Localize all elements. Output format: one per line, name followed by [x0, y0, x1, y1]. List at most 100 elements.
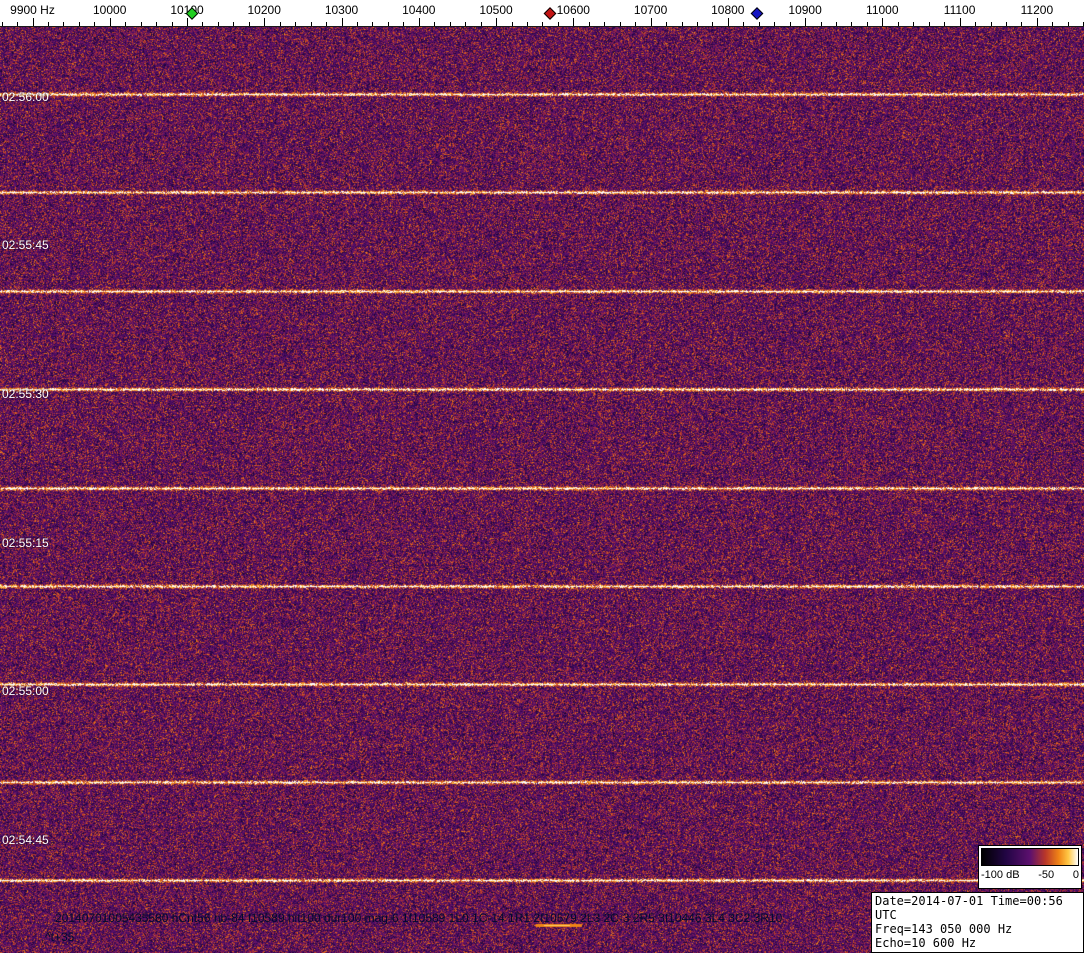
- ruler-major-tick: [187, 18, 188, 26]
- ruler-minor-tick: [465, 22, 467, 26]
- ruler-minor-tick: [94, 22, 96, 26]
- ruler-minor-tick: [1006, 22, 1007, 26]
- ruler-minor-tick: [619, 22, 621, 26]
- ruler-minor-tick: [1052, 22, 1054, 26]
- legend-label-mid: -50: [1038, 869, 1055, 881]
- ruler-minor-tick: [588, 22, 590, 26]
- ruler-major-tick: [882, 18, 884, 26]
- ruler-major-tick: [341, 18, 343, 26]
- ruler-minor-tick: [248, 22, 250, 26]
- ruler-tick-label: 9900 Hz: [10, 3, 55, 17]
- ruler-minor-tick: [171, 22, 173, 26]
- blue-diamond-marker[interactable]: [750, 7, 764, 20]
- ruler-major-tick: [264, 18, 266, 26]
- ruler-tick-label: 10200: [247, 3, 281, 17]
- ruler-tick-label: 10700: [633, 3, 668, 17]
- info-frequency: Freq=143 050 000 Hz: [875, 922, 1013, 936]
- ruler-minor-tick: [63, 22, 65, 26]
- ruler-minor-tick: [712, 22, 714, 26]
- info-date-time: Date=2014-07-01 Time=00:56 UTC: [875, 894, 1063, 922]
- time-label: 02:55:00: [2, 684, 49, 698]
- ruler-minor-tick: [1021, 22, 1023, 26]
- observation-info-box: Date=2014-07-01 Time=00:56 UTC Freq=143 …: [871, 892, 1084, 953]
- legend-label-max: 0: [1072, 869, 1079, 881]
- ruler-major-tick: [32, 18, 34, 26]
- spectrogram-canvas[interactable]: [0, 27, 1084, 953]
- ruler-major-tick: [109, 18, 111, 26]
- ruler-major-tick: [959, 18, 961, 26]
- ruler-minor-tick: [357, 22, 358, 26]
- legend-label-min: -100 dB: [981, 869, 1020, 881]
- ruler-minor-tick: [897, 22, 899, 26]
- ruler-tick-label: 10300: [324, 3, 359, 17]
- colormap-gradient: [981, 848, 1079, 866]
- ruler-minor-tick: [1067, 22, 1069, 26]
- ruler-minor-tick: [851, 22, 853, 26]
- time-label: 02:56:00: [2, 90, 49, 104]
- ruler-tick-label: 10400: [402, 3, 436, 17]
- ruler-tick-label: 10000: [93, 3, 127, 17]
- ruler-minor-tick: [542, 22, 544, 26]
- time-label: 02:55:30: [2, 387, 49, 401]
- ruler-major-tick: [1036, 18, 1038, 26]
- ruler-minor-tick: [78, 22, 80, 26]
- ruler-minor-tick: [789, 22, 791, 26]
- ruler-minor-tick: [295, 22, 297, 26]
- ruler-tick-label: 10500: [479, 3, 513, 17]
- ruler-minor-tick: [557, 22, 559, 26]
- ruler-minor-tick: [279, 22, 281, 26]
- ruler-minor-tick: [511, 22, 513, 26]
- ruler-tick-label: 10600: [556, 3, 590, 17]
- ruler-minor-tick: [217, 22, 219, 26]
- cursor-label: ^t+35: [45, 930, 75, 944]
- ruler-minor-tick: [526, 22, 528, 26]
- ruler-minor-tick: [233, 22, 235, 26]
- ruler-major-tick: [573, 18, 575, 26]
- ruler-tick-label: 11200: [1020, 3, 1054, 17]
- info-echo: Echo=10 600 Hz: [875, 936, 977, 950]
- ruler-minor-tick: [820, 22, 822, 26]
- ruler-minor-tick: [47, 22, 49, 26]
- ruler-tick-label: 11100: [943, 3, 976, 17]
- ruler-minor-tick: [928, 22, 930, 26]
- ruler-minor-tick: [836, 22, 837, 26]
- ruler-major-tick: [418, 18, 420, 26]
- time-label: 02:54:45: [2, 833, 49, 847]
- ruler-minor-tick: [758, 22, 760, 26]
- ruler-minor-tick: [975, 22, 977, 26]
- detection-annotation: 20140701005435580 hCnt56 nb-84 f10589 hi…: [55, 911, 783, 925]
- ruler-minor-tick: [156, 22, 158, 26]
- ruler-minor-tick: [990, 22, 992, 26]
- ruler-minor-tick: [743, 22, 745, 26]
- db-scale-labels: -100 dB -50 0: [981, 869, 1079, 881]
- ruler-major-tick: [805, 18, 807, 26]
- db-scale-legend: -100 dB -50 0: [978, 845, 1082, 889]
- ruler-minor-tick: [696, 22, 698, 26]
- ruler-minor-tick: [866, 22, 868, 26]
- red-diamond-marker[interactable]: [543, 7, 557, 20]
- frequency-ruler[interactable]: 9900 Hz 10000 10100 10200 10300 10400 10500 106…: [0, 0, 1084, 27]
- ruler-major-tick: [650, 18, 652, 26]
- ruler-minor-tick: [604, 22, 606, 26]
- time-label: 02:55:15: [2, 536, 49, 550]
- spectrogram-app: 9900 Hz 10000 10100 10200 10300 10400 10500 106…: [0, 0, 1084, 953]
- ruler-minor-tick: [480, 22, 482, 26]
- ruler-minor-tick: [387, 22, 389, 26]
- ruler-minor-tick: [17, 22, 18, 26]
- ruler-major-tick: [496, 18, 497, 26]
- ruler-minor-tick: [1, 22, 3, 26]
- ruler-minor-tick: [635, 22, 637, 26]
- ruler-minor-tick: [774, 22, 776, 26]
- spectrogram-area: 02:56:00 02:55:45 02:55:30 02:55:15 02:55:00…: [0, 27, 1084, 953]
- ruler-minor-tick: [944, 22, 946, 26]
- ruler-minor-tick: [326, 22, 327, 26]
- ruler-minor-tick: [913, 22, 915, 26]
- time-label: 02:55:45: [2, 238, 49, 252]
- ruler-minor-tick: [681, 22, 683, 26]
- ruler-minor-tick: [372, 22, 374, 26]
- ruler-minor-tick: [140, 22, 142, 26]
- ruler-tick-label: 10800: [711, 3, 745, 17]
- ruler-tick-label: 10900: [788, 3, 822, 17]
- ruler-minor-tick: [202, 22, 204, 26]
- ruler-minor-tick: [449, 22, 451, 26]
